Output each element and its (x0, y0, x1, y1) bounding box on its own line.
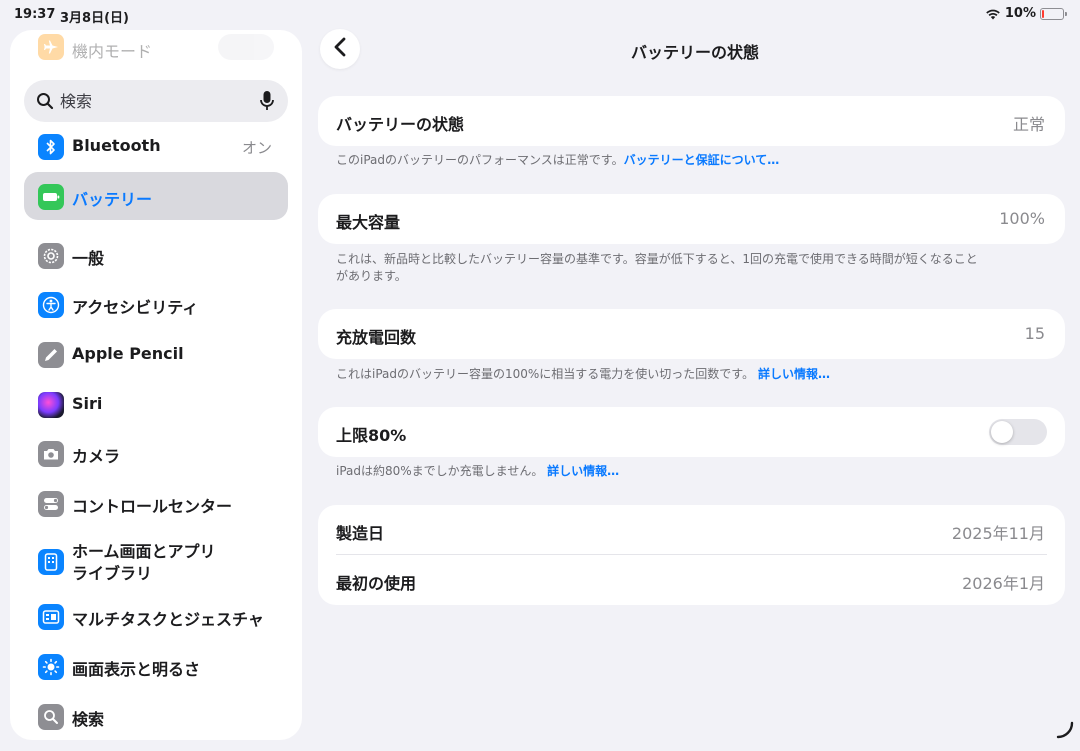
battery-percent: 10% (1004, 6, 1036, 21)
sidebar-item-display-brightness[interactable]: 画面表示と明るさ (24, 642, 288, 690)
battery-warranty-link[interactable]: バッテリーと保証について… (624, 153, 780, 167)
search-icon (36, 92, 54, 114)
first-use-label: 最初の使用 (336, 574, 417, 593)
sidebar-item-label: 画面表示と明るさ (72, 660, 201, 679)
status-bar: 19:37 3月8日(日) 10% (0, 0, 1080, 28)
max-capacity-value: 100% (999, 209, 1045, 228)
battery-health-label: バッテリーの状態 (336, 115, 465, 134)
airplane-mode-toggle[interactable] (218, 34, 274, 60)
sidebar-search[interactable] (24, 80, 288, 122)
accessibility-icon (38, 292, 64, 318)
brightness-icon (38, 654, 64, 680)
battery-health-card: バッテリーの状態 正常 (318, 96, 1065, 146)
back-button[interactable] (320, 29, 360, 69)
chevron-left-icon (333, 37, 347, 61)
window-resize-handle[interactable] (1056, 721, 1074, 743)
cycle-count-footer: これはiPadのバッテリー容量の100%に相当する電力を使い切った回数です。 詳… (336, 366, 996, 383)
dates-card: 製造日 2025年11月 最初の使用 2026年1月 (318, 505, 1065, 605)
settings-sidebar: 機内モード Bluetooth オン バッテリー 一般 アクセシビ (10, 30, 302, 740)
manufacture-date-row: 製造日 2025年11月 (318, 505, 1065, 555)
battery-icon (38, 184, 64, 210)
sidebar-item-label: Apple Pencil (72, 344, 184, 363)
sidebar-item-search[interactable]: 検索 (24, 692, 288, 740)
search-input[interactable] (60, 80, 250, 122)
sidebar-item-general[interactable]: 一般 (24, 231, 288, 279)
manufacture-date-value: 2025年11月 (951, 524, 1045, 543)
bluetooth-icon (38, 134, 64, 160)
cycle-count-card: 充放電回数 15 (318, 309, 1065, 359)
cycle-count-more-info-link[interactable]: 詳しい情報… (758, 367, 830, 381)
search-icon (38, 704, 64, 730)
max-capacity-label: 最大容量 (336, 213, 401, 232)
charge-limit-footer: iPadは約80%までしか充電しません。 詳しい情報… (336, 463, 996, 480)
max-capacity-row: 最大容量 100% (318, 194, 1065, 244)
max-capacity-card: 最大容量 100% (318, 194, 1065, 244)
control-center-icon (38, 491, 64, 517)
sidebar-item-apple-pencil[interactable]: Apple Pencil (24, 330, 288, 378)
battery-level-fill (1042, 9, 1044, 18)
sidebar-item-home-screen[interactable]: ホーム画面とアプリ ライブラリ (24, 535, 288, 587)
page-title: バッテリーの状態 (630, 43, 759, 62)
sidebar-item-control-center[interactable]: コントロールセンター (24, 479, 288, 527)
camera-icon (38, 441, 64, 467)
sidebar-item-camera[interactable]: カメラ (24, 429, 288, 477)
sidebar-item-label: マルチタスクとジェスチャ (72, 610, 264, 629)
cycle-count-footer-text: これはiPadのバッテリー容量の100%に相当する電力を使い切った回数です。 (336, 367, 755, 381)
charge-limit-toggle[interactable] (989, 419, 1047, 445)
battery-health-footer: このiPadのバッテリーのパフォーマンスは正常です。バッテリーと保証について… (336, 152, 996, 169)
cycle-count-value: 15 (1024, 324, 1045, 343)
sidebar-item-multitasking[interactable]: マルチタスクとジェスチャ (24, 592, 288, 640)
battery-health-footer-text: このiPadのバッテリーのパフォーマンスは正常です。 (336, 153, 624, 167)
wifi-icon (985, 8, 1001, 20)
home-screen-icon (38, 549, 64, 575)
battery-status-icon (1040, 7, 1067, 20)
charge-limit-more-info-link[interactable]: 詳しい情報… (547, 464, 619, 478)
manufacture-date-label: 製造日 (336, 524, 385, 543)
sidebar-item-siri[interactable]: Siri (24, 380, 288, 428)
status-time: 19:37 (14, 7, 56, 22)
sidebar-item-label: 検索 (72, 710, 105, 729)
sidebar-item-airplane-mode[interactable]: 機内モード (10, 30, 302, 64)
sidebar-item-label: カメラ (72, 447, 121, 466)
charge-limit-footer-text: iPadは約80%までしか充電しません。 (336, 464, 544, 478)
status-date: 3月8日(日) (60, 11, 129, 26)
bluetooth-status: オン (241, 139, 272, 157)
multitask-icon (38, 604, 64, 630)
home-screen-label-line1: ホーム画面とアプリ (72, 542, 216, 561)
microphone-icon[interactable] (260, 90, 274, 116)
charge-limit-label: 上限80% (336, 426, 407, 445)
sidebar-item-label: 一般 (72, 249, 105, 268)
battery-health-row[interactable]: バッテリーの状態 正常 (318, 96, 1065, 146)
first-use-value: 2026年1月 (962, 574, 1045, 593)
home-screen-label-line2: ライブラリ (72, 564, 153, 583)
sidebar-item-battery[interactable]: バッテリー (24, 172, 288, 220)
toggle-knob (991, 421, 1013, 443)
status-indicators: 10% (985, 6, 1067, 21)
charge-limit-row: 上限80% (318, 407, 1065, 457)
cycle-count-row: 充放電回数 15 (318, 309, 1065, 359)
sidebar-item-label: バッテリー (72, 190, 153, 209)
sidebar-item-label: Siri (72, 394, 103, 413)
sidebar-item-label: アクセシビリティ (72, 298, 199, 317)
battery-health-value: 正常 (1012, 115, 1045, 134)
charge-limit-card: 上限80% (318, 407, 1065, 457)
airplane-icon (38, 34, 64, 60)
sidebar-item-label: Bluetooth (72, 136, 161, 155)
sidebar-item-label: コントロールセンター (72, 497, 233, 516)
sidebar-item-label: ホーム画面とアプリ ライブラリ (72, 541, 216, 585)
sidebar-item-accessibility[interactable]: アクセシビリティ (24, 280, 288, 328)
cycle-count-label: 充放電回数 (336, 328, 417, 347)
sidebar-item-bluetooth[interactable]: Bluetooth オン (24, 122, 288, 170)
siri-icon (38, 392, 64, 418)
max-capacity-footer: これは、新品時と比較したバッテリー容量の基準です。容量が低下すると、1回の充電で… (336, 252, 978, 283)
first-use-row: 最初の使用 2026年1月 (318, 555, 1065, 605)
pencil-icon (38, 342, 64, 368)
airplane-mode-label: 機内モード (72, 42, 153, 61)
gear-icon (38, 243, 64, 269)
